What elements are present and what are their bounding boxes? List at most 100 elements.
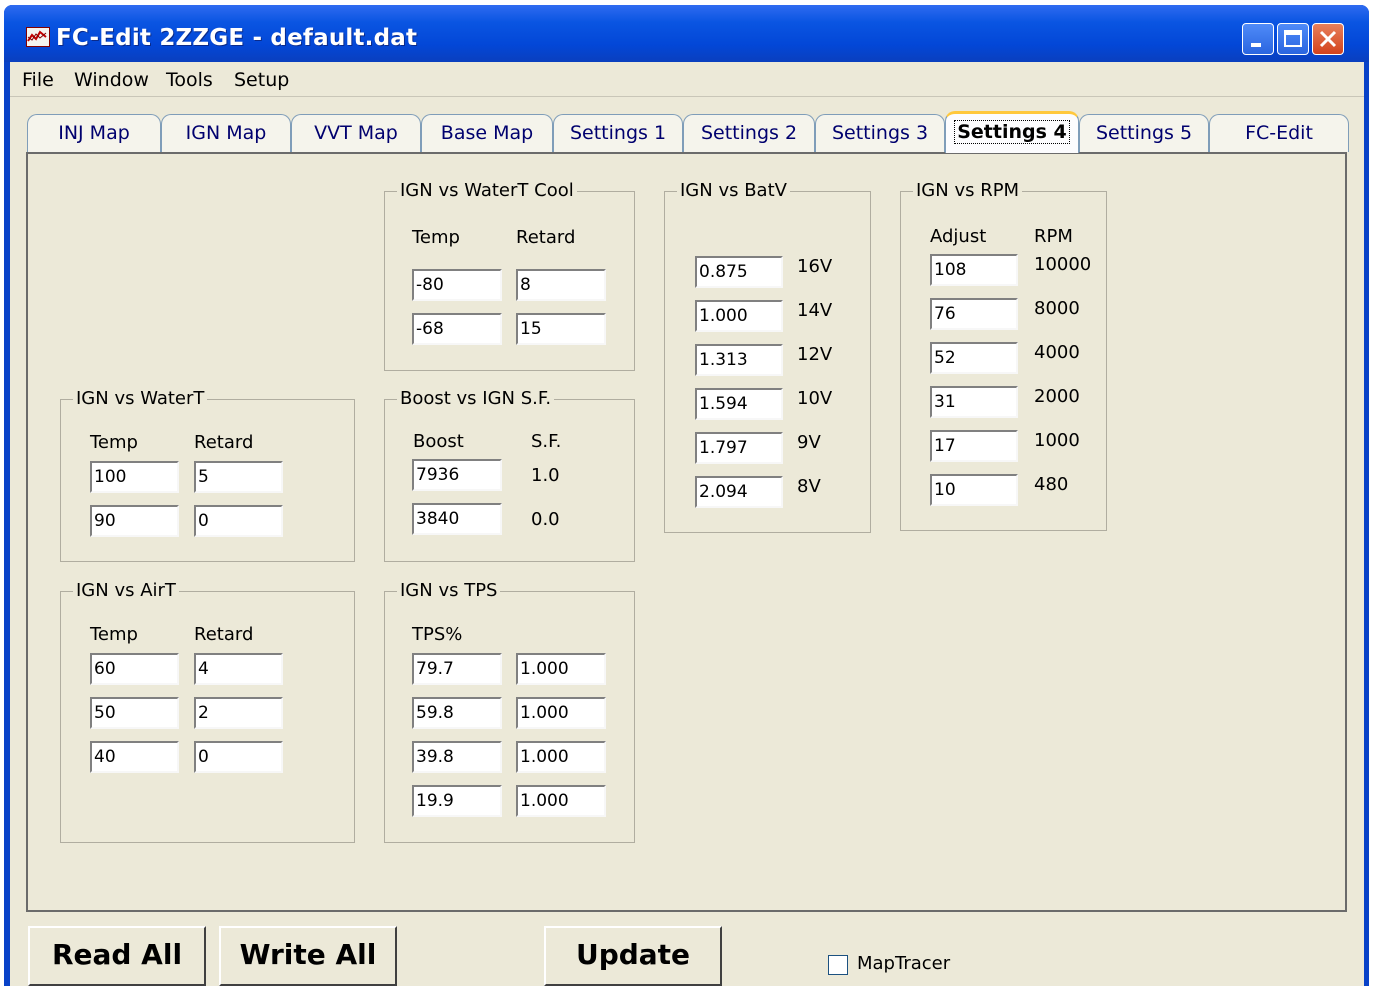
tps-factor-1[interactable]: 1.000	[516, 653, 606, 685]
tab-settings-4-label: Settings 4	[954, 120, 1070, 144]
group-title: IGN vs TPS	[397, 580, 501, 601]
read-all-button[interactable]: Read All	[28, 926, 206, 986]
group-title: IGN vs WaterT	[73, 388, 208, 409]
menu-setup[interactable]: Setup	[234, 69, 289, 91]
batv-value-3[interactable]: 1.313	[695, 344, 783, 376]
col-header-retard: Retard	[194, 432, 254, 453]
group-title: Boost vs IGN S.F.	[397, 388, 555, 409]
batv-label-3: 12V	[797, 344, 833, 365]
rpm-adjust-1[interactable]: 108	[930, 254, 1018, 286]
watert-temp-2[interactable]: 90	[90, 505, 179, 537]
col-header-rpm: RPM	[1034, 226, 1073, 247]
tab-settings-5[interactable]: Settings 5	[1079, 114, 1209, 152]
group-ign-airt: IGN vs AirT Temp Retard 60 4 50 2 40 0	[60, 580, 355, 843]
watert-retard-1[interactable]: 5	[194, 461, 283, 493]
watert-cool-retard-2[interactable]: 15	[516, 313, 606, 345]
tps-factor-3[interactable]: 1.000	[516, 741, 606, 773]
tab-settings-1[interactable]: Settings 1	[553, 114, 683, 152]
tps-factor-2[interactable]: 1.000	[516, 697, 606, 729]
airt-temp-3[interactable]: 40	[90, 741, 179, 773]
client-area: File Window Tools Setup INJ Map IGN Map …	[10, 62, 1364, 986]
col-header-adjust: Adjust	[930, 226, 987, 247]
col-header-tps: TPS%	[412, 624, 463, 645]
airt-temp-1[interactable]: 60	[90, 653, 179, 685]
tab-base-map[interactable]: Base Map	[421, 114, 553, 152]
boost-sf-1: 1.0	[531, 465, 560, 486]
airt-retard-1[interactable]: 4	[194, 653, 283, 685]
tab-vvt-map[interactable]: VVT Map	[291, 114, 421, 152]
minimize-icon	[1251, 43, 1261, 47]
batv-value-5[interactable]: 1.797	[695, 432, 783, 464]
tps-value-4[interactable]: 19.9	[412, 785, 502, 817]
rpm-label-1: 10000	[1034, 254, 1092, 275]
watert-temp-1[interactable]: 100	[90, 461, 179, 493]
tps-value-1[interactable]: 79.7	[412, 653, 502, 685]
tab-settings-2[interactable]: Settings 2	[683, 114, 815, 152]
update-button[interactable]: Update	[544, 926, 722, 986]
boost-sf-2: 0.0	[531, 509, 560, 530]
airt-retard-2[interactable]: 2	[194, 697, 283, 729]
maptracer-label[interactable]: MapTracer	[857, 953, 950, 974]
batv-value-1[interactable]: 0.875	[695, 256, 783, 288]
group-ign-rpm: IGN vs RPM Adjust RPM 108 10000 76 8000 …	[900, 180, 1107, 531]
group-title: IGN vs WaterT Cool	[397, 180, 577, 201]
settings-4-panel: IGN vs WaterT Cool Temp Retard -80 8 -68…	[26, 152, 1347, 912]
group-ign-watert-cool: IGN vs WaterT Cool Temp Retard -80 8 -68…	[384, 180, 635, 371]
batv-value-4[interactable]: 1.594	[695, 388, 783, 420]
rpm-adjust-3[interactable]: 52	[930, 342, 1018, 374]
menu-tools[interactable]: Tools	[166, 69, 213, 91]
tps-factor-4[interactable]: 1.000	[516, 785, 606, 817]
rpm-label-2: 8000	[1034, 298, 1080, 319]
menu-file[interactable]: File	[22, 69, 54, 91]
title-bar[interactable]: FC-Edit 2ZZGE - default.dat	[4, 5, 1369, 62]
boost-value-1[interactable]: 7936	[412, 459, 502, 491]
batv-value-6[interactable]: 2.094	[695, 476, 783, 508]
group-ign-watert: IGN vs WaterT Temp Retard 100 5 90 0	[60, 388, 355, 562]
group-ign-batv: IGN vs BatV 0.875 16V 1.000 14V 1.313 12…	[664, 180, 871, 533]
minimize-button[interactable]	[1242, 23, 1274, 55]
col-header-retard: Retard	[194, 624, 254, 645]
tab-fc-edit[interactable]: FC-Edit	[1209, 114, 1349, 152]
app-chart-icon[interactable]	[26, 27, 50, 47]
group-title: IGN vs RPM	[913, 180, 1023, 201]
batv-value-2[interactable]: 1.000	[695, 300, 783, 332]
rpm-label-4: 2000	[1034, 386, 1080, 407]
tab-strip: INJ Map IGN Map VVT Map Base Map Setting…	[27, 111, 1353, 154]
airt-retard-3[interactable]: 0	[194, 741, 283, 773]
col-header-temp: Temp	[90, 432, 138, 453]
rpm-adjust-4[interactable]: 31	[930, 386, 1018, 418]
batv-label-4: 10V	[797, 388, 833, 409]
boost-value-2[interactable]: 3840	[412, 503, 502, 535]
batv-label-5: 9V	[797, 432, 821, 453]
app-window: FC-Edit 2ZZGE - default.dat File Window …	[4, 5, 1369, 986]
airt-temp-2[interactable]: 50	[90, 697, 179, 729]
watert-cool-temp-2[interactable]: -68	[412, 313, 502, 345]
watert-cool-retard-1[interactable]: 8	[516, 269, 606, 301]
rpm-adjust-2[interactable]: 76	[930, 298, 1018, 330]
watert-retard-2[interactable]: 0	[194, 505, 283, 537]
tps-value-2[interactable]: 59.8	[412, 697, 502, 729]
col-header-retard: Retard	[516, 227, 576, 248]
batv-label-1: 16V	[797, 256, 833, 277]
rpm-label-5: 1000	[1034, 430, 1080, 451]
col-header-temp: Temp	[412, 227, 460, 248]
write-all-button[interactable]: Write All	[219, 926, 397, 986]
menu-window[interactable]: Window	[74, 69, 149, 91]
tab-inj-map[interactable]: INJ Map	[27, 114, 161, 152]
batv-label-6: 8V	[797, 476, 821, 497]
rpm-adjust-5[interactable]: 17	[930, 430, 1018, 462]
close-button[interactable]	[1312, 23, 1344, 55]
group-title: IGN vs BatV	[677, 180, 790, 201]
tab-ign-map[interactable]: IGN Map	[161, 114, 291, 152]
group-boost-vs-ign-sf: Boost vs IGN S.F. Boost S.F. 7936 1.0 38…	[384, 388, 635, 562]
maximize-button[interactable]	[1277, 23, 1309, 55]
rpm-adjust-6[interactable]: 10	[930, 474, 1018, 506]
maptracer-checkbox[interactable]	[828, 955, 848, 975]
tab-settings-4[interactable]: Settings 4	[945, 111, 1079, 153]
tps-value-3[interactable]: 39.8	[412, 741, 502, 773]
tab-settings-3[interactable]: Settings 3	[815, 114, 945, 152]
watert-cool-temp-1[interactable]: -80	[412, 269, 502, 301]
close-icon	[1319, 30, 1337, 48]
window-title: FC-Edit 2ZZGE - default.dat	[56, 25, 418, 51]
rpm-label-6: 480	[1034, 474, 1069, 495]
